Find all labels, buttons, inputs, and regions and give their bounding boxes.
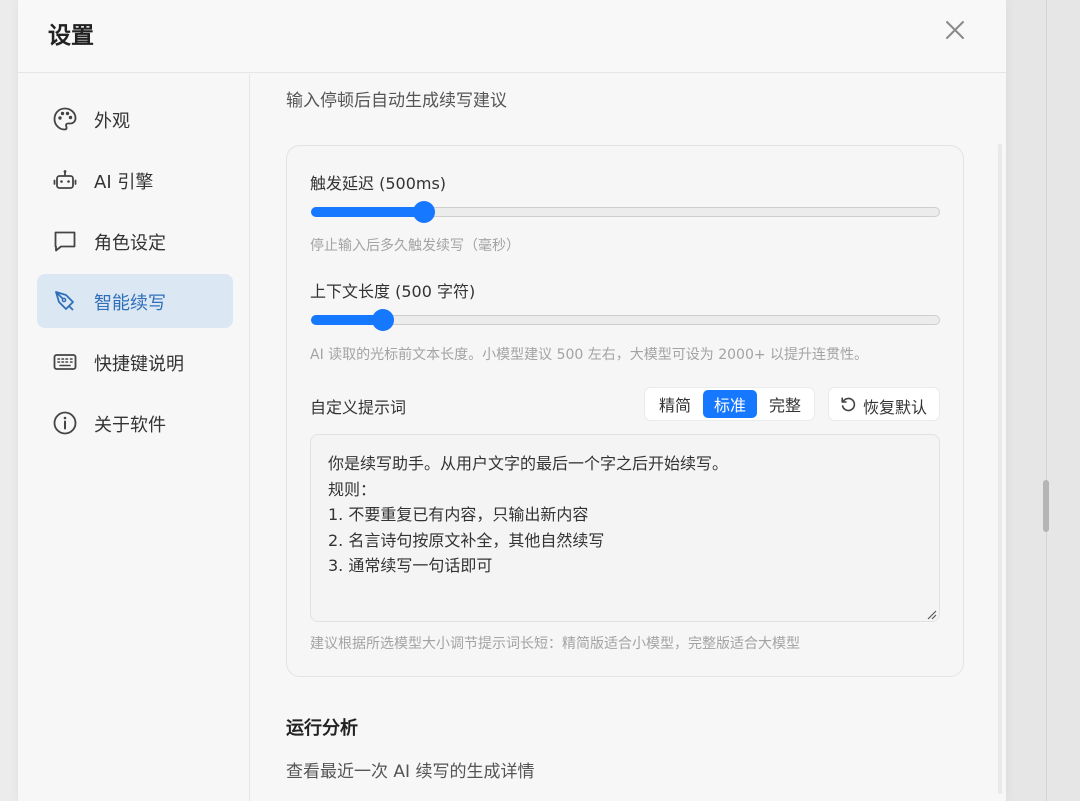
context-length-label: 上下文长度 (500 字符) bbox=[310, 282, 476, 301]
reset-icon bbox=[841, 397, 856, 412]
sidebar-item-ai-engine[interactable]: AI 引擎 bbox=[37, 153, 233, 207]
chat-bubble-icon bbox=[54, 231, 76, 252]
sidebar-item-label: AI 引擎 bbox=[94, 172, 154, 193]
slider-thumb[interactable] bbox=[372, 309, 394, 331]
custom-prompt-label: 自定义提示词 bbox=[310, 398, 407, 417]
sidebar-item-label: 外观 bbox=[94, 111, 130, 132]
sidebar-item-label: 智能续写 bbox=[94, 293, 166, 314]
trigger-delay-hint: 停止输入后多久触发续写（毫秒） bbox=[310, 238, 520, 254]
content-scrollbar[interactable] bbox=[998, 144, 1002, 794]
sidebar-item-label: 角色设定 bbox=[94, 233, 166, 254]
sidebar-item-label: 快捷键说明 bbox=[94, 354, 184, 375]
close-icon bbox=[946, 21, 964, 39]
dialog-header: 设置 bbox=[18, 0, 1006, 73]
palette-icon bbox=[53, 107, 77, 131]
context-length-slider[interactable] bbox=[311, 309, 940, 331]
dialog-title: 设置 bbox=[48, 23, 94, 49]
trigger-delay-slider[interactable] bbox=[311, 201, 940, 223]
prompt-preset-segmented: 精简 标准 完整 bbox=[644, 387, 815, 421]
preset-option-standard[interactable]: 标准 bbox=[703, 390, 757, 418]
preset-option-concise[interactable]: 精简 bbox=[649, 390, 701, 418]
backdrop-left bbox=[0, 0, 18, 801]
close-button[interactable] bbox=[940, 15, 970, 45]
sidebar-item-shortcuts[interactable]: 快捷键说明 bbox=[37, 335, 233, 389]
smart-continue-card: 触发延迟 (500ms) 停止输入后多久触发续写（毫秒） 上下文长度 (500 … bbox=[286, 145, 964, 677]
sidebar-item-role[interactable]: 角色设定 bbox=[37, 214, 233, 268]
resize-handle-icon[interactable] bbox=[925, 608, 937, 620]
sidebar-item-about[interactable]: 关于软件 bbox=[37, 396, 233, 450]
section-description: 输入停顿后自动生成续写建议 bbox=[286, 91, 507, 111]
backdrop-right bbox=[1006, 0, 1080, 801]
keyboard-icon bbox=[53, 354, 77, 370]
slider-thumb[interactable] bbox=[413, 201, 435, 223]
trigger-delay-label: 触发延迟 (500ms) bbox=[310, 174, 447, 193]
sidebar-item-appearance[interactable]: 外观 bbox=[37, 92, 233, 146]
preset-option-full[interactable]: 完整 bbox=[759, 390, 811, 418]
info-icon bbox=[53, 411, 77, 435]
slider-track bbox=[311, 315, 940, 325]
analysis-section-title: 运行分析 bbox=[286, 718, 358, 739]
backdrop-divider bbox=[1046, 0, 1047, 801]
pen-nib-icon bbox=[55, 291, 74, 311]
settings-content: 输入停顿后自动生成续写建议 触发延迟 (500ms) 停止输入后多久触发续写（毫… bbox=[251, 74, 1006, 801]
sidebar-item-smart-continue[interactable]: 智能续写 bbox=[37, 274, 233, 328]
custom-prompt-hint: 建议根据所选模型大小调节提示词长短：精简版适合小模型，完整版适合大模型 bbox=[310, 636, 800, 652]
sidebar-item-label: 关于软件 bbox=[94, 415, 166, 436]
context-length-hint: AI 读取的光标前文本长度。小模型建议 500 左右，大模型可设为 2000+ … bbox=[310, 347, 869, 363]
reset-default-button[interactable]: 恢复默认 bbox=[828, 387, 940, 421]
robot-icon bbox=[53, 170, 77, 189]
slider-fill bbox=[311, 207, 424, 217]
page-scrollbar-thumb[interactable] bbox=[1043, 480, 1049, 532]
reset-default-label: 恢复默认 bbox=[863, 398, 928, 417]
settings-sidebar: 外观 AI 引擎 角色设定 智能续写 快捷键说明 关于软件 bbox=[18, 74, 250, 801]
custom-prompt-textarea[interactable]: 你是续写助手。从用户文字的最后一个字之后开始续写。 规则： 1. 不要重复已有内… bbox=[310, 434, 940, 622]
settings-dialog: 设置 外观 AI 引擎 角色设定 智能续写 快捷键说明 关于软件 输入停顿后自动… bbox=[18, 0, 1006, 801]
analysis-section-description: 查看最近一次 AI 续写的生成详情 bbox=[286, 762, 535, 782]
